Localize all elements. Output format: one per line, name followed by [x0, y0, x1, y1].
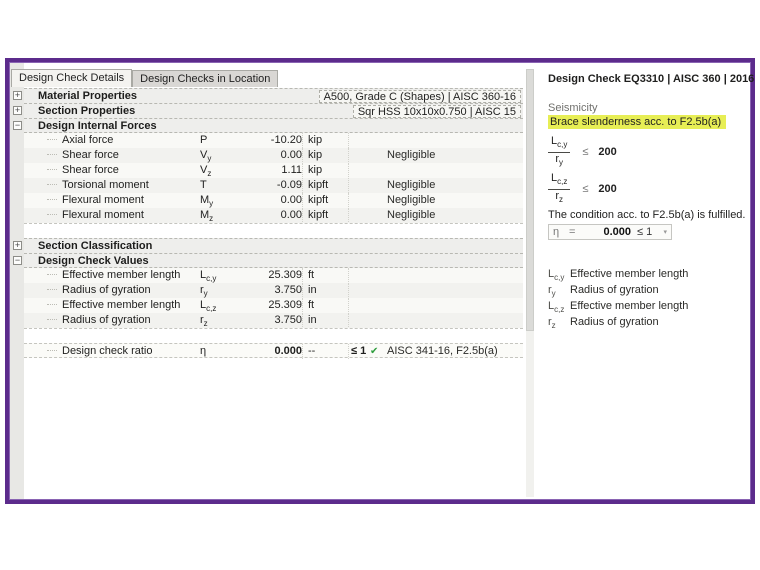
table-rows: +Material PropertiesA500, Grade C (Shape… — [24, 88, 523, 358]
table-row: Shear forceVy0.00kipNegligible — [24, 148, 523, 163]
row-symbol: P — [200, 133, 262, 148]
formula-limit: 200 — [598, 146, 616, 158]
table-row: Radius of gyrationry3.750in — [24, 283, 523, 298]
scrollbar-thumb[interactable] — [526, 69, 534, 331]
row-unit: kip — [302, 133, 348, 148]
row-unit: -- — [302, 344, 348, 359]
formula-limit: 200 — [598, 183, 616, 195]
row-value: -10.20 — [262, 133, 302, 148]
condition-text: The condition acc. to F2.5b(a) is fulfil… — [548, 209, 746, 221]
row-limit — [348, 178, 370, 193]
expand-icon[interactable]: + — [13, 241, 22, 250]
legend-row: ryRadius of gyration — [548, 282, 746, 298]
expand-icon[interactable]: + — [13, 91, 22, 100]
slenderness-formula: Lc,zrz ≤200 — [548, 175, 746, 203]
fraction-numerator: Lc,z — [548, 172, 570, 189]
equals-sign: = — [569, 226, 587, 238]
group-value: A500, Grade C (Shapes) | AISC 360-16 — [319, 90, 521, 103]
row-name: Torsional moment — [24, 178, 200, 193]
formula-list: Lc,yry ≤200 Lc,zrz ≤200 — [548, 138, 746, 203]
chevron-down-icon[interactable]: ▾ — [663, 228, 667, 236]
row-symbol: η — [200, 344, 262, 359]
fraction: Lc,yry — [548, 135, 570, 168]
group-label: Section Classification — [24, 239, 523, 254]
row-reference: AISC 341-16, F2.5b(a) — [387, 344, 523, 359]
table-group-row[interactable]: −Design Check Values — [24, 253, 523, 268]
table-row: Radius of gyrationrz3.750in — [24, 313, 523, 328]
eta-limit: ≤ 1 — [637, 226, 652, 238]
legend-row: Lc,zEffective member length — [548, 298, 746, 314]
row-note: Negligible — [387, 178, 523, 193]
table-row: Axial forceP-10.20kip — [24, 133, 523, 148]
table-group-row[interactable]: −Design Internal Forces — [24, 118, 523, 133]
symbol-legend: Lc,yEffective member lengthryRadius of g… — [548, 266, 746, 330]
legend-row: Lc,yEffective member length — [548, 266, 746, 282]
slenderness-formula: Lc,yry ≤200 — [548, 138, 746, 166]
row-name: Design check ratio — [24, 344, 200, 359]
table-gap-row — [24, 328, 523, 343]
row-value: 0.000 — [262, 344, 302, 359]
row-symbol: T — [200, 178, 262, 193]
table-row: Flexural momentMz0.00kipftNegligible — [24, 208, 523, 223]
tab-design-checks-in-location[interactable]: Design Checks in Location — [132, 70, 278, 87]
row-name: Axial force — [24, 133, 200, 148]
less-equal-sign: ≤ — [582, 146, 588, 158]
table-row: Flexural momentMy0.00kipftNegligible — [24, 193, 523, 208]
fraction: Lc,zrz — [548, 172, 570, 205]
ratio-result-combobox[interactable]: η = 0.000 ≤ 1 ▾ — [548, 224, 672, 240]
collapse-icon[interactable]: − — [13, 121, 22, 130]
table-row: Effective member lengthLc,z25.309ft — [24, 298, 523, 313]
eta-value: 0.000 — [587, 226, 637, 238]
table-row: Effective member lengthLc,y25.309ft — [24, 268, 523, 283]
fraction-numerator: Lc,y — [548, 135, 570, 152]
legend-description: Effective member length — [570, 266, 688, 282]
selected-design-check-item[interactable]: Brace slenderness acc. to F2.5b(a) — [548, 115, 726, 129]
design-check-title: Design Check EQ3310 | AISC 360 | 2016 — [548, 73, 746, 85]
row-limit — [348, 133, 370, 148]
legend-description: Effective member length — [570, 298, 688, 314]
row-unit: kipft — [302, 178, 348, 193]
row-status — [370, 133, 387, 148]
row-limit: ≤ 1 — [348, 344, 370, 359]
table-gap-row — [24, 223, 523, 238]
expand-icon[interactable]: + — [13, 106, 22, 115]
table-row: Torsional momentT-0.09kipft Negligible — [24, 178, 523, 193]
group-label: Design Internal Forces — [24, 119, 523, 134]
tab-bar: Design Check DetailsDesign Checks in Loc… — [11, 69, 278, 87]
fraction-denominator: rz — [548, 190, 570, 206]
eta-symbol: η — [553, 226, 569, 238]
table-row: Design check ratioη0.000--≤ 1✔AISC 341-1… — [24, 343, 523, 358]
fraction-denominator: ry — [548, 153, 570, 169]
collapse-icon[interactable]: − — [13, 256, 22, 265]
row-note — [387, 133, 523, 148]
tab-design-check-details[interactable]: Design Check Details — [11, 69, 132, 87]
screenshot-canvas: Design Check DetailsDesign Checks in Loc… — [0, 0, 760, 570]
group-label: Design Check Values — [24, 254, 523, 269]
legend-row: rzRadius of gyration — [548, 314, 746, 330]
legend-symbol: rz — [548, 314, 570, 330]
legend-symbol: ry — [548, 282, 570, 298]
legend-description: Radius of gyration — [570, 314, 659, 330]
row-status — [370, 178, 387, 193]
row-value: -0.09 — [262, 178, 302, 193]
table-group-row[interactable]: +Section PropertiesSqr HSS 10x10x0.750 |… — [24, 103, 523, 118]
window-frame: Design Check DetailsDesign Checks in Loc… — [5, 58, 755, 504]
table-row: Shear forceVz1.11kip — [24, 163, 523, 178]
legend-symbol: Lc,y — [548, 266, 570, 282]
legend-description: Radius of gyration — [570, 282, 659, 298]
design-check-panel: Design Check DetailsDesign Checks in Loc… — [10, 63, 750, 499]
less-equal-sign: ≤ — [582, 183, 588, 195]
group-value: Sqr HSS 10x10x0.750 | AISC 15 — [353, 105, 521, 118]
check-icon: ✔ — [370, 344, 387, 359]
design-check-detail-panel: Design Check EQ3310 | AISC 360 | 2016 Se… — [538, 63, 750, 499]
vertical-scrollbar[interactable] — [526, 69, 534, 497]
table-group-row[interactable]: +Section Classification — [24, 238, 523, 253]
legend-symbol: Lc,z — [548, 298, 570, 314]
table-group-row[interactable]: +Material PropertiesA500, Grade C (Shape… — [24, 88, 523, 103]
design-check-category: Seismicity — [548, 102, 746, 114]
